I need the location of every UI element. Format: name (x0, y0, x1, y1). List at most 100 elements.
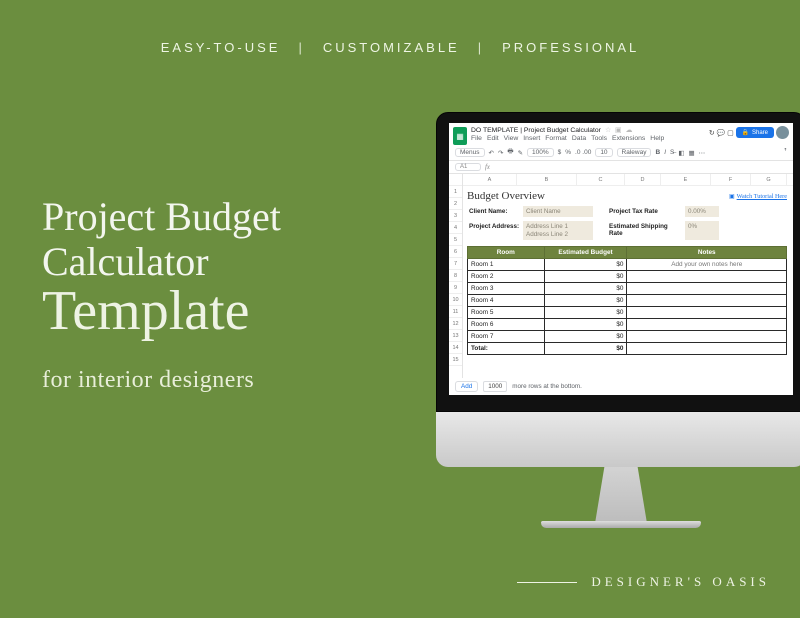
table-row: Room 7$0 (468, 331, 787, 343)
menu-view[interactable]: View (504, 135, 519, 142)
menus-toggle[interactable]: Menus (455, 148, 485, 157)
cell-budget[interactable]: $0 (544, 283, 627, 295)
cell-note[interactable]: Add your own notes here (627, 259, 787, 271)
cell-note[interactable] (627, 331, 787, 343)
toolbar-collapse-icon[interactable]: ꜛ (784, 149, 787, 156)
grid-content[interactable]: A B C D E F G Budget Overview Watch Tuto… (463, 174, 793, 378)
menu-extensions[interactable]: Extensions (612, 135, 645, 142)
cell-room[interactable]: Room 7 (468, 331, 545, 343)
history-icon[interactable]: ↻ (709, 129, 715, 137)
row-header[interactable]: 4 (449, 222, 462, 234)
cell-room[interactable]: Room 1 (468, 259, 545, 271)
col-header[interactable]: C (577, 174, 625, 185)
paint-format-icon[interactable]: ✎ (518, 149, 523, 157)
menu-tools[interactable]: Tools (591, 135, 607, 142)
comments-icon[interactable]: 💬 (717, 129, 725, 137)
bold-icon[interactable]: B (655, 149, 660, 156)
account-avatar[interactable] (776, 126, 789, 139)
doc-title[interactable]: DO TEMPLATE | Project Budget Calculator (471, 127, 601, 134)
decimals-format[interactable]: .0 .00 (575, 149, 591, 156)
sheets-logo-icon[interactable] (453, 127, 467, 145)
tax-rate-value[interactable]: 0.00% (685, 206, 719, 217)
row-header[interactable]: 7 (449, 258, 462, 270)
move-folder-icon[interactable]: ▣ (615, 126, 621, 134)
cell-budget[interactable]: $0 (544, 271, 627, 283)
row-header[interactable]: 2 (449, 198, 462, 210)
cell-room[interactable]: Room 4 (468, 295, 545, 307)
menu-edit[interactable]: Edit (487, 135, 499, 142)
cell-note[interactable] (627, 319, 787, 331)
zoom-select[interactable]: 100% (527, 148, 554, 157)
cell-budget[interactable]: $0 (544, 331, 627, 343)
redo-icon[interactable]: ↷ (498, 149, 503, 157)
menu-data[interactable]: Data (572, 135, 586, 142)
font-family[interactable]: Raleway (617, 148, 652, 157)
font-size[interactable]: 10 (595, 148, 612, 157)
address-label: Project Address: (467, 221, 523, 240)
more-icon[interactable]: ⋯ (699, 149, 706, 157)
tagline-3: PROFESSIONAL (502, 40, 639, 55)
print-icon[interactable]: 🖶 (507, 147, 513, 158)
menu-help[interactable]: Help (650, 135, 664, 142)
share-button[interactable]: 🔒Share (736, 127, 775, 138)
star-icon[interactable]: ☆ (605, 126, 611, 134)
cell-room[interactable]: Room 3 (468, 283, 545, 295)
cell-room[interactable]: Room 6 (468, 319, 545, 331)
watch-tutorial-link[interactable]: Watch Tutorial Here (729, 193, 787, 200)
fill-color-icon[interactable]: ◧ (678, 149, 684, 157)
row-header[interactable]: 10 (449, 294, 462, 306)
cell-room[interactable]: Room 2 (468, 271, 545, 283)
row-header[interactable]: 5 (449, 234, 462, 246)
cell-budget[interactable]: $0 (544, 259, 627, 271)
shipping-value[interactable]: 0% (685, 221, 719, 240)
cell-budget[interactable]: $0 (544, 307, 627, 319)
overview-title: Budget Overview (467, 190, 545, 202)
select-all-corner[interactable] (449, 174, 462, 186)
meet-icon[interactable]: ▢ (727, 129, 733, 137)
row-header[interactable]: 14 (449, 342, 462, 354)
cell-room[interactable]: Room 5 (468, 307, 545, 319)
address-value[interactable]: Address Line 1 Address Line 2 (523, 221, 593, 240)
name-box[interactable]: A1 (455, 163, 481, 171)
col-header[interactable]: B (517, 174, 577, 185)
cell-note[interactable] (627, 283, 787, 295)
borders-icon[interactable]: ▦ (689, 149, 695, 157)
row-header[interactable]: 8 (449, 270, 462, 282)
currency-format[interactable]: $ (558, 149, 562, 156)
col-header[interactable]: A (463, 174, 517, 185)
formula-input[interactable] (494, 167, 787, 168)
cell-budget[interactable]: $0 (544, 295, 627, 307)
col-header[interactable]: E (661, 174, 711, 185)
imac-screen: DO TEMPLATE | Project Budget Calculator … (449, 123, 793, 395)
percent-format[interactable]: % (565, 149, 571, 156)
cell-note[interactable] (627, 307, 787, 319)
menu-insert[interactable]: Insert (523, 135, 540, 142)
row-header[interactable]: 1 (449, 186, 462, 198)
imac-bezel: DO TEMPLATE | Project Budget Calculator … (436, 112, 800, 412)
menu-file[interactable]: File (471, 135, 482, 142)
col-header[interactable]: D (625, 174, 661, 185)
row-header[interactable]: 15 (449, 354, 462, 366)
row-header[interactable]: 3 (449, 210, 462, 222)
row-header[interactable]: 12 (449, 318, 462, 330)
lock-icon: 🔒 (742, 129, 749, 136)
strike-icon[interactable]: S̶ (670, 149, 674, 156)
menu-format[interactable]: Format (545, 135, 567, 142)
cell-note[interactable] (627, 271, 787, 283)
row-header[interactable]: 13 (449, 330, 462, 342)
row-header[interactable]: 11 (449, 306, 462, 318)
row-header[interactable]: 6 (449, 246, 462, 258)
col-header[interactable]: G (751, 174, 787, 185)
cell-note[interactable] (627, 295, 787, 307)
add-rows-button[interactable]: Add (455, 381, 478, 392)
row-header[interactable]: 9 (449, 282, 462, 294)
italic-icon[interactable]: I (664, 149, 666, 156)
col-header[interactable]: F (711, 174, 751, 185)
fx-icon: fx (485, 164, 490, 171)
undo-icon[interactable]: ↶ (489, 149, 494, 157)
cell-budget[interactable]: $0 (544, 319, 627, 331)
add-rows-count[interactable]: 1000 (483, 381, 507, 392)
budget-table: Room Estimated Budget Notes Room 1$0Add … (467, 246, 787, 355)
tagline-sep-1: | (298, 40, 304, 55)
client-name-value[interactable]: Client Name (523, 206, 593, 217)
